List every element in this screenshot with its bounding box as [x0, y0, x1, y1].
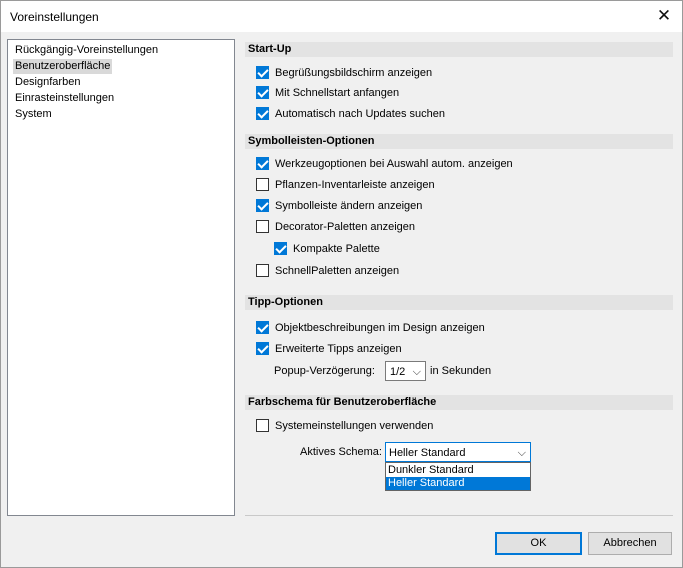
active-scheme-label: Aktives Schema: — [300, 446, 382, 458]
nav-item-undo[interactable]: Rückgängig-Voreinstellungen — [13, 43, 160, 58]
checkbox-box[interactable] — [256, 178, 269, 191]
window-title: Voreinstellungen — [10, 10, 99, 24]
nav-item-system[interactable]: System — [13, 107, 54, 122]
checkbox-box[interactable] — [256, 86, 269, 99]
checkbox-box[interactable] — [256, 419, 269, 432]
scheme-option-light[interactable]: Heller Standard — [386, 477, 530, 490]
checkbox-label: Begrüßungsbildschirm anzeigen — [275, 67, 433, 79]
checkbox-label: SchnellPaletten anzeigen — [275, 265, 400, 277]
close-icon[interactable]: ✕ — [650, 3, 678, 29]
active-scheme-value: Heller Standard — [389, 447, 466, 459]
ok-button[interactable]: OK — [495, 532, 582, 555]
checkbox-box[interactable] — [274, 242, 287, 255]
popup-delay-value: 1/2 — [390, 366, 406, 378]
checkbox-label: Symbolleiste ändern anzeigen — [275, 200, 423, 212]
chevron-down-icon: ⌵ — [517, 447, 526, 459]
title-bar: Voreinstellungen ✕ — [1, 1, 682, 32]
checkbox-box[interactable] — [256, 199, 269, 212]
checkbox-box[interactable] — [256, 264, 269, 277]
popup-delay-select[interactable]: 1/2 ⌵ — [385, 361, 426, 381]
nav-item-snap-settings[interactable]: Einrasteinstellungen — [13, 91, 116, 106]
checkbox-label: Systemeinstellungen verwenden — [275, 420, 434, 432]
chevron-down-icon: ⌵ — [412, 366, 421, 378]
category-list: Rückgängig-Voreinstellungen Benutzerober… — [7, 39, 235, 516]
scheme-dropdown-list: Dunkler Standard Heller Standard — [385, 462, 531, 491]
checkbox-box[interactable] — [256, 157, 269, 170]
popup-delay-unit: in Sekunden — [430, 365, 492, 377]
divider — [245, 515, 673, 516]
checkbox-box[interactable] — [256, 66, 269, 79]
checkbox-label: Erweiterte Tipps anzeigen — [275, 343, 402, 355]
section-toolbar-options: Symbolleisten-Optionen — [245, 134, 673, 149]
nav-item-design-colors[interactable]: Designfarben — [13, 75, 82, 90]
checkbox-box[interactable] — [256, 342, 269, 355]
checkbox-label: Automatisch nach Updates suchen — [275, 108, 445, 120]
section-startup: Start-Up — [245, 42, 673, 57]
cancel-button[interactable]: Abbrechen — [588, 532, 672, 555]
checkbox-box[interactable] — [256, 107, 269, 120]
checkbox-label: Kompakte Palette — [293, 243, 380, 255]
checkbox-box[interactable] — [256, 220, 269, 233]
scheme-option-dark[interactable]: Dunkler Standard — [386, 464, 530, 477]
active-scheme-select[interactable]: Heller Standard ⌵ — [385, 442, 531, 462]
section-color-scheme: Farbschema für Benutzeroberfläche — [245, 395, 673, 410]
section-tip-options: Tipp-Optionen — [245, 295, 673, 310]
checkbox-label: Pflanzen-Inventarleiste anzeigen — [275, 179, 435, 191]
popup-delay-label: Popup-Verzögerung: — [274, 365, 375, 377]
nav-item-user-interface[interactable]: Benutzeroberfläche — [13, 59, 113, 74]
checkbox-box[interactable] — [256, 321, 269, 334]
checkbox-label: Objektbeschreibungen im Design anzeigen — [275, 322, 485, 334]
checkbox-label: Werkzeugoptionen bei Auswahl autom. anze… — [275, 158, 513, 170]
preferences-dialog: Voreinstellungen ✕ Rückgängig-Voreinstel… — [0, 0, 683, 568]
checkbox-label: Decorator-Paletten anzeigen — [275, 221, 416, 233]
checkbox-label: Mit Schnellstart anfangen — [275, 87, 400, 99]
